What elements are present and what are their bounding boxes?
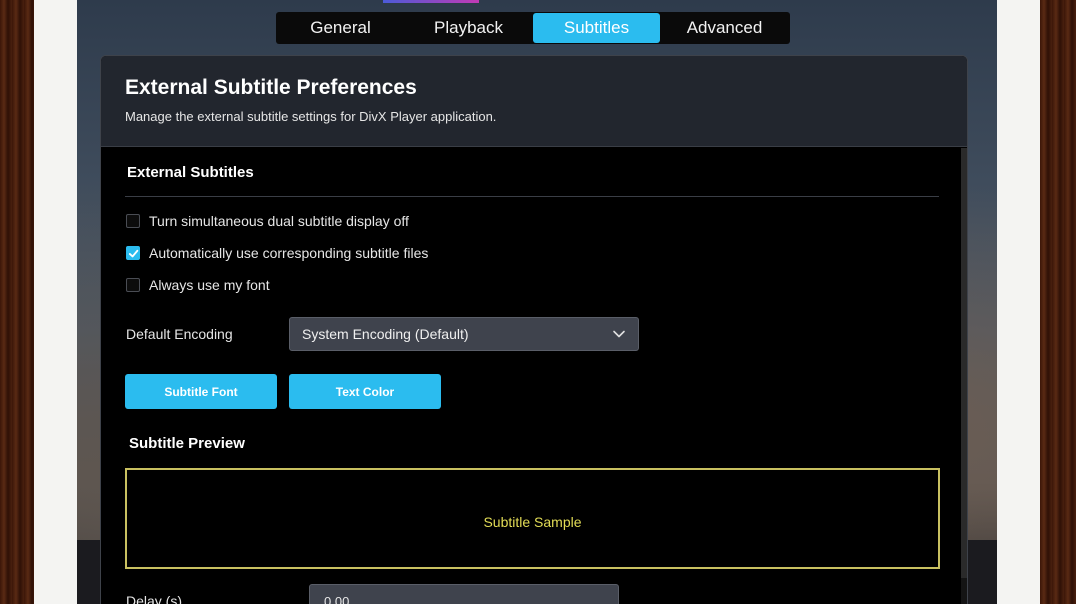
dual-subtitle-off-checkbox[interactable] [126,214,140,228]
tab-general[interactable]: General [277,13,404,43]
tab-advanced[interactable]: Advanced [661,13,788,43]
subtitle-font-button[interactable]: Subtitle Font [125,374,277,409]
subtitle-preview-box: Subtitle Sample [125,468,940,569]
top-accent-bar [383,0,479,3]
external-subtitles-heading: External Subtitles [127,164,254,181]
delay-label: Delay (s) [126,593,183,604]
text-color-button[interactable]: Text Color [289,374,441,409]
chevron-down-icon [613,330,625,338]
always-use-font-option[interactable]: Always use my font [126,277,270,293]
page-subtitle: Manage the external subtitle settings fo… [125,109,497,124]
dual-subtitle-off-label: Turn simultaneous dual subtitle display … [149,213,409,229]
auto-subtitle-files-checkbox[interactable] [126,246,140,260]
page-title: External Subtitle Preferences [125,76,417,99]
default-encoding-select[interactable]: System Encoding (Default) [289,317,639,351]
settings-tab-bar: General Playback Subtitles Advanced [276,12,790,44]
scrollbar-thumb[interactable] [961,148,967,578]
section-divider [125,196,939,197]
picture-frame-left [0,0,34,604]
always-use-font-label: Always use my font [149,277,270,293]
checkmark-icon [128,249,138,257]
default-encoding-value: System Encoding (Default) [302,326,469,342]
default-encoding-label: Default Encoding [126,326,233,342]
subtitle-sample-text: Subtitle Sample [483,513,582,530]
tab-playback[interactable]: Playback [405,13,532,43]
tab-subtitles[interactable]: Subtitles [533,13,660,43]
dual-subtitle-off-option[interactable]: Turn simultaneous dual subtitle display … [126,213,409,229]
delay-input[interactable] [309,584,619,604]
panel-header: External Subtitle Preferences Manage the… [101,56,967,147]
auto-subtitle-files-label: Automatically use corresponding subtitle… [149,245,429,261]
auto-subtitle-files-option[interactable]: Automatically use corresponding subtitle… [126,245,428,261]
subtitle-preferences-panel: External Subtitle Preferences Manage the… [100,55,968,604]
always-use-font-checkbox[interactable] [126,278,140,292]
picture-frame-right [1040,0,1076,604]
subtitle-preview-heading: Subtitle Preview [129,435,245,452]
